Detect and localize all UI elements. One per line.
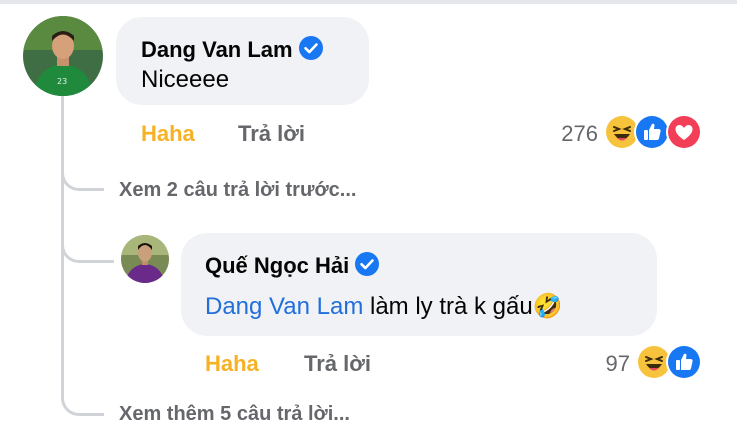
reply-reply-button[interactable]: Trả lời <box>304 351 371 377</box>
reply-text: Dang Van Lam làm ly trà k gấu🤣 <box>205 292 563 321</box>
comment-text: Niceeee <box>141 66 230 93</box>
reply-reaction-count[interactable]: 97 <box>580 351 630 377</box>
like-icon[interactable] <box>666 344 702 380</box>
thread-connector-previous <box>61 155 104 191</box>
mention-link[interactable]: Dang Van Lam <box>205 293 363 320</box>
view-more-replies-link[interactable]: Xem thêm 5 câu trả lời... <box>119 403 350 426</box>
rofl-emoji: 🤣 <box>532 293 563 320</box>
svg-text:23: 23 <box>57 77 67 86</box>
comment-author[interactable]: Dang Van Lam <box>141 36 323 66</box>
comment-haha-button[interactable]: Haha <box>141 121 195 147</box>
reply-author[interactable]: Quế Ngọc Hải <box>205 252 380 282</box>
avatar-dang-van-lam[interactable]: 23 <box>23 16 103 96</box>
view-previous-replies-link[interactable]: Xem 2 câu trả lời trước... <box>119 179 356 202</box>
love-icon[interactable] <box>666 114 702 150</box>
thread-connector-more <box>61 380 104 416</box>
comment-author-name[interactable]: Dang Van Lam <box>141 37 293 62</box>
avatar-que-ngoc-hai[interactable] <box>121 235 169 283</box>
thread-connector-reply <box>61 215 114 263</box>
top-divider <box>0 0 737 4</box>
verified-badge-icon <box>298 36 323 66</box>
comment-reply-button[interactable]: Trả lời <box>238 121 305 147</box>
reply-haha-button[interactable]: Haha <box>205 351 259 377</box>
comment-reaction-count[interactable]: 276 <box>540 121 598 147</box>
verified-badge-icon <box>355 252 380 282</box>
reply-author-name[interactable]: Quế Ngọc Hải <box>205 253 349 278</box>
like-icon[interactable] <box>634 114 670 150</box>
reply-text-body: làm ly trà k gấu <box>363 293 533 320</box>
